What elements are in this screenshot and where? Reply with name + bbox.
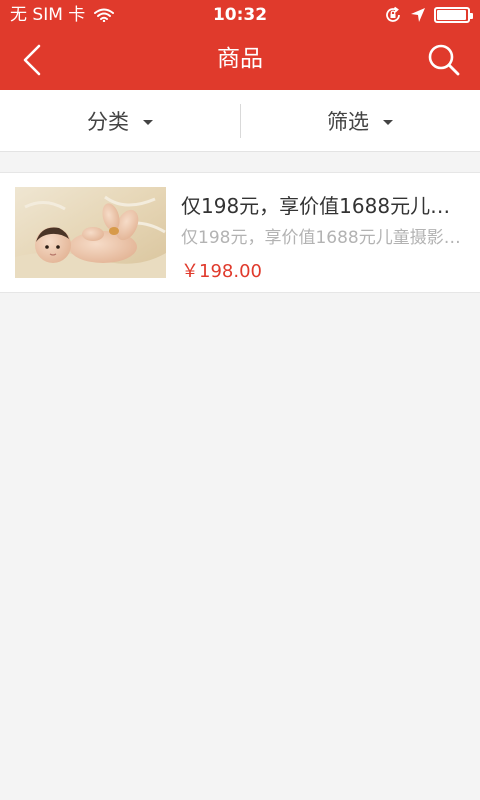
filter-bar: 分类 筛选 bbox=[0, 90, 480, 152]
app-header: 无 SIM 卡 10:32 商品 bbox=[0, 0, 480, 90]
nav-bar: 商品 bbox=[0, 30, 480, 90]
product-thumbnail bbox=[15, 187, 166, 278]
search-button[interactable] bbox=[422, 38, 466, 82]
search-icon bbox=[427, 43, 461, 77]
battery-fill bbox=[437, 10, 467, 20]
product-subtitle: 仅198元，享价值1688元儿童摄影套餐 bbox=[181, 228, 461, 248]
product-title: 仅198元，享价值1688元儿童摄影套餐 bbox=[181, 194, 461, 218]
category-filter-label: 分类 bbox=[87, 110, 129, 134]
page-title: 商品 bbox=[217, 46, 263, 72]
product-price: ￥198.00 bbox=[181, 261, 262, 282]
battery-icon bbox=[434, 7, 473, 23]
location-arrow-icon bbox=[410, 7, 426, 23]
caret-down-icon bbox=[143, 119, 153, 125]
status-right bbox=[384, 0, 473, 30]
screen-filter-label: 筛选 bbox=[327, 110, 369, 134]
screen-filter-button[interactable]: 筛选 bbox=[240, 90, 480, 152]
caret-down-icon bbox=[383, 119, 393, 125]
product-list: 仅198元，享价值1688元儿童摄影套餐 仅198元，享价值1688元儿童摄影套… bbox=[0, 172, 480, 293]
product-card[interactable]: 仅198元，享价值1688元儿童摄影套餐 仅198元，享价值1688元儿童摄影套… bbox=[0, 172, 480, 293]
status-bar: 无 SIM 卡 10:32 bbox=[0, 0, 480, 30]
category-filter-button[interactable]: 分类 bbox=[0, 90, 240, 152]
rotation-lock-icon bbox=[384, 6, 402, 24]
